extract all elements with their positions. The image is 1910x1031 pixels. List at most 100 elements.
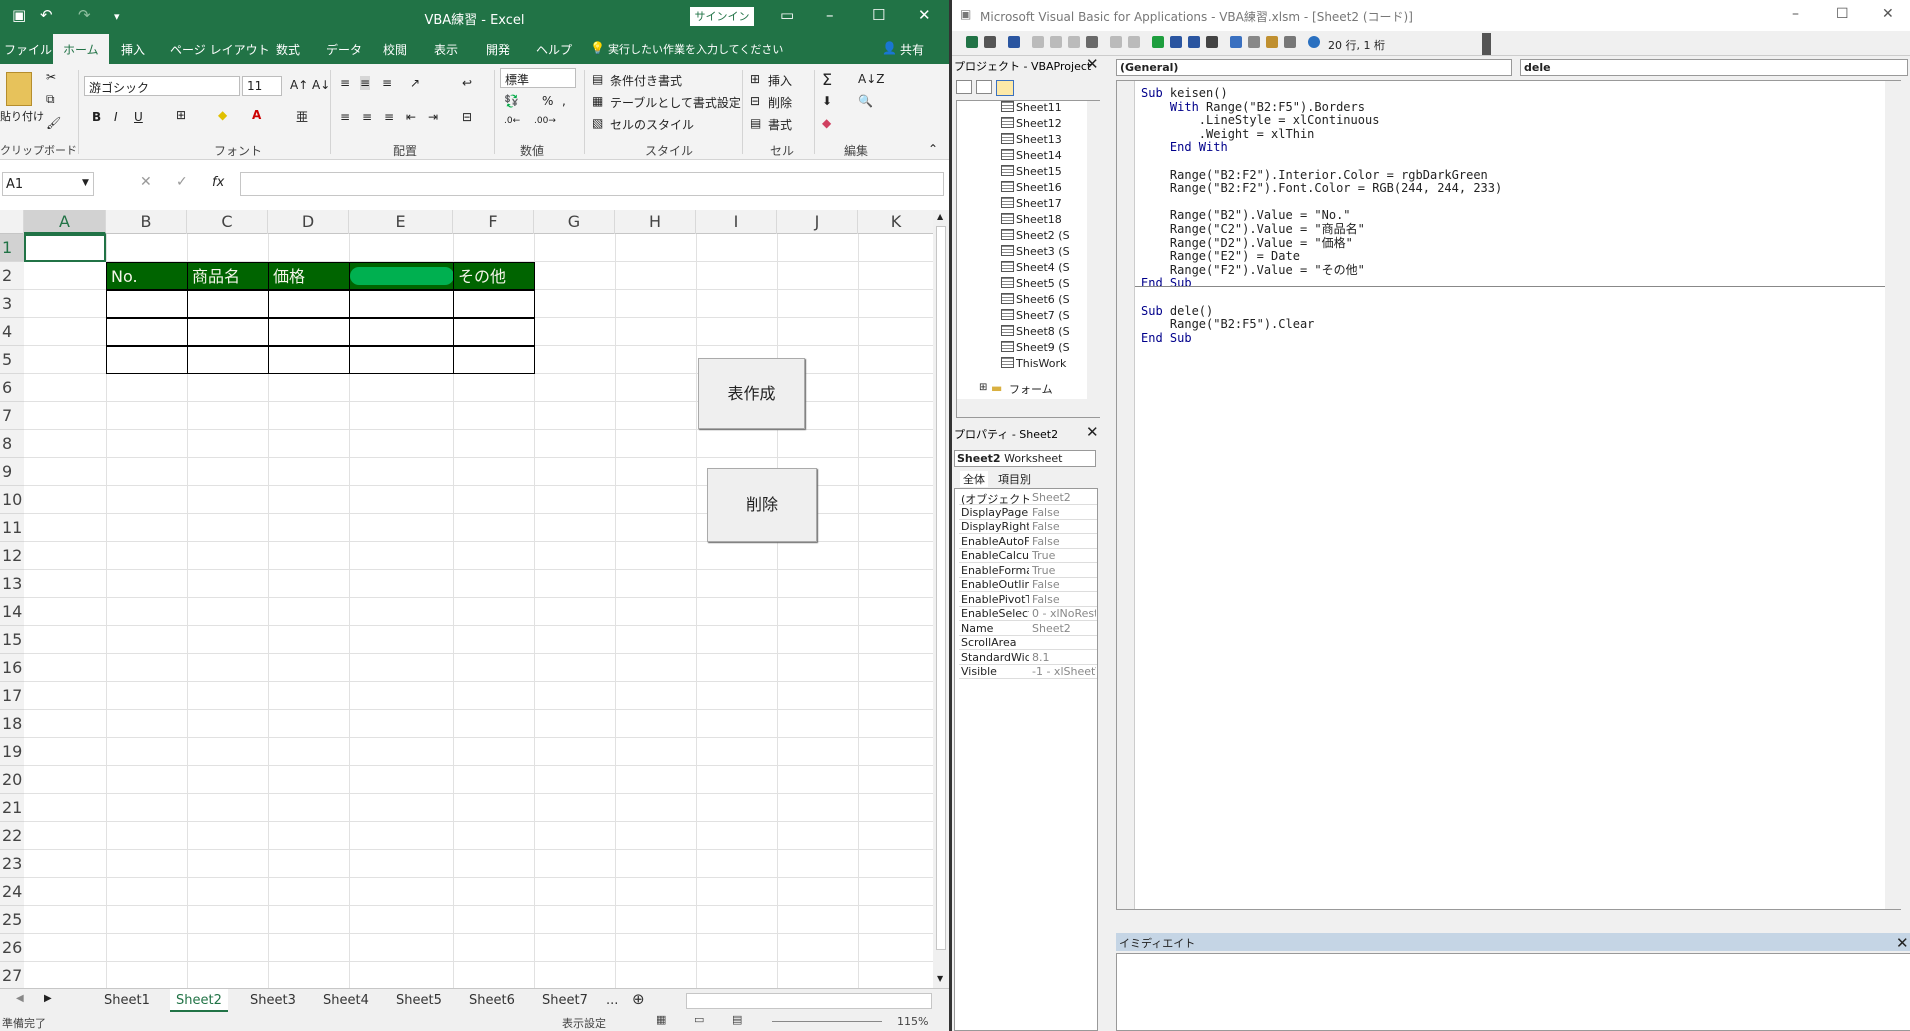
row-header[interactable]: 23 <box>0 850 24 878</box>
font-size-box[interactable]: 11 <box>242 76 282 96</box>
property-value[interactable]: True <box>1032 549 1096 562</box>
undo-icon[interactable] <box>1110 36 1122 48</box>
delete-cells-button[interactable]: 削除 <box>768 94 792 111</box>
font-name-box[interactable]: 游ゴシック <box>84 76 240 96</box>
row-header[interactable]: 22 <box>0 822 24 850</box>
autosum-icon[interactable]: Σ <box>822 70 832 89</box>
property-value[interactable]: False <box>1032 593 1096 606</box>
align-right-icon[interactable]: ≡ <box>384 110 394 124</box>
code-vscroll[interactable] <box>1885 81 1901 909</box>
fill-icon[interactable]: ⬇ <box>822 94 832 108</box>
row-header[interactable]: 2 <box>0 262 24 290</box>
align-middle-icon[interactable]: ≡ <box>360 76 371 90</box>
column-header[interactable]: J <box>777 210 858 234</box>
table-cell[interactable] <box>349 346 454 374</box>
scroll-thumb[interactable] <box>936 226 946 950</box>
forms-folder[interactable]: フォーム <box>1009 381 1053 397</box>
page-layout-view-icon[interactable]: ▭ <box>694 1013 704 1026</box>
code-editor[interactable]: Sub keisen() With Range("B2:F5").Borders… <box>1116 80 1901 929</box>
property-row[interactable]: DisplayPageBreaksFalse <box>959 506 1097 520</box>
tab-help[interactable]: ヘルプ <box>536 41 572 58</box>
table-cell[interactable] <box>106 290 188 318</box>
table-cell[interactable] <box>453 318 535 346</box>
underline-button[interactable]: U <box>134 110 143 124</box>
align-left-icon[interactable]: ≡ <box>340 110 350 124</box>
row-header[interactable]: 27 <box>0 962 24 990</box>
find-icon[interactable] <box>1086 36 1098 48</box>
tab-home[interactable]: ホーム <box>53 34 109 64</box>
row-header[interactable]: 3 <box>0 290 24 318</box>
format-cells-button[interactable]: 書式 <box>768 116 792 133</box>
tree-hscroll[interactable] <box>957 399 1100 417</box>
sheet-tab-active[interactable]: Sheet2 <box>170 989 228 1012</box>
run-icon[interactable] <box>1152 36 1164 48</box>
paste-icon[interactable] <box>1068 36 1080 48</box>
cell-styles-button[interactable]: セルのスタイル <box>610 116 694 133</box>
row-header[interactable]: 17 <box>0 682 24 710</box>
table-cell[interactable] <box>453 346 535 374</box>
property-value[interactable]: 8.1 <box>1032 651 1096 664</box>
comma-icon[interactable]: , <box>562 94 566 108</box>
cell-B2[interactable]: No. <box>106 262 188 290</box>
row-header[interactable]: 12 <box>0 542 24 570</box>
column-header[interactable]: C <box>187 210 268 234</box>
align-bottom-icon[interactable]: ≡ <box>382 76 392 90</box>
property-value[interactable]: -1 - xlSheetVisible <box>1032 665 1096 678</box>
tree-item[interactable]: Sheet3 (S <box>1001 245 1070 258</box>
percent-button[interactable]: % <box>542 94 553 108</box>
row-header[interactable]: 24 <box>0 878 24 906</box>
table-cell[interactable] <box>349 290 454 318</box>
tab-review[interactable]: 校閲 <box>383 41 407 58</box>
column-header[interactable]: F <box>453 210 534 234</box>
reset-icon[interactable] <box>1188 36 1200 48</box>
italic-button[interactable]: I <box>114 110 118 124</box>
property-value[interactable]: False <box>1032 520 1096 533</box>
row-header[interactable]: 5 <box>0 346 24 374</box>
property-row[interactable]: Name Sheet2 <box>959 622 1097 636</box>
phonetic-icon[interactable]: 亜 <box>296 108 308 125</box>
tab-file[interactable]: ファイル <box>4 41 52 58</box>
row-header[interactable]: 13 <box>0 570 24 598</box>
property-row[interactable]: EnablePivotTableFalse <box>959 593 1097 607</box>
tree-vscroll[interactable] <box>1087 101 1100 399</box>
row-header[interactable]: 10 <box>0 486 24 514</box>
property-row[interactable]: EnableAutoFilterFalse <box>959 535 1097 549</box>
table-cell[interactable] <box>187 346 269 374</box>
share-button[interactable]: 共有 <box>900 41 924 58</box>
tab-developer[interactable]: 開発 <box>486 41 510 58</box>
sheet-tab[interactable]: Sheet7 <box>542 993 588 1008</box>
create-table-button[interactable]: 表作成 <box>698 358 805 429</box>
property-value[interactable]: False <box>1032 535 1096 548</box>
column-header[interactable]: I <box>696 210 777 234</box>
tab-insert[interactable]: 挿入 <box>121 41 145 58</box>
vertical-scrollbar[interactable]: ▲ ▼ <box>933 210 949 988</box>
cell-grid[interactable]: No. 商品名 価格 その他 表作成 削除 <box>24 234 933 988</box>
row-header[interactable]: 4 <box>0 318 24 346</box>
column-header[interactable]: E <box>349 210 453 234</box>
paste-button[interactable]: 貼り付け <box>0 108 44 124</box>
object-browser-icon[interactable] <box>1266 36 1278 48</box>
row-header[interactable]: 18 <box>0 710 24 738</box>
decrease-indent-icon[interactable]: ⇤ <box>406 110 416 124</box>
row-header[interactable]: 1 <box>0 234 24 262</box>
tab-data[interactable]: データ <box>326 41 362 58</box>
view-code-icon[interactable] <box>956 80 972 94</box>
tree-item[interactable]: Sheet13 <box>1001 133 1062 146</box>
select-all-corner[interactable] <box>0 210 24 234</box>
name-box[interactable]: A1 <box>2 172 94 196</box>
row-header[interactable]: 21 <box>0 794 24 822</box>
sheet-tab[interactable]: Sheet5 <box>396 993 442 1008</box>
close-properties-icon[interactable]: ✕ <box>1086 423 1099 441</box>
column-header[interactable]: A <box>24 210 106 234</box>
tree-item[interactable]: Sheet4 (S <box>1001 261 1070 274</box>
property-row[interactable]: EnableSelection0 - xlNoRestrictions <box>959 607 1097 621</box>
row-header[interactable]: 16 <box>0 654 24 682</box>
column-header[interactable]: G <box>534 210 615 234</box>
project-explorer-icon[interactable] <box>1230 36 1242 48</box>
toolbar-grip[interactable] <box>1482 33 1491 55</box>
cell-C2[interactable]: 商品名 <box>187 262 269 290</box>
properties-window-icon[interactable] <box>1248 36 1260 48</box>
sheet-tab[interactable]: Sheet1 <box>104 993 150 1008</box>
cell-E2[interactable] <box>349 262 454 290</box>
column-header[interactable]: K <box>858 210 935 234</box>
